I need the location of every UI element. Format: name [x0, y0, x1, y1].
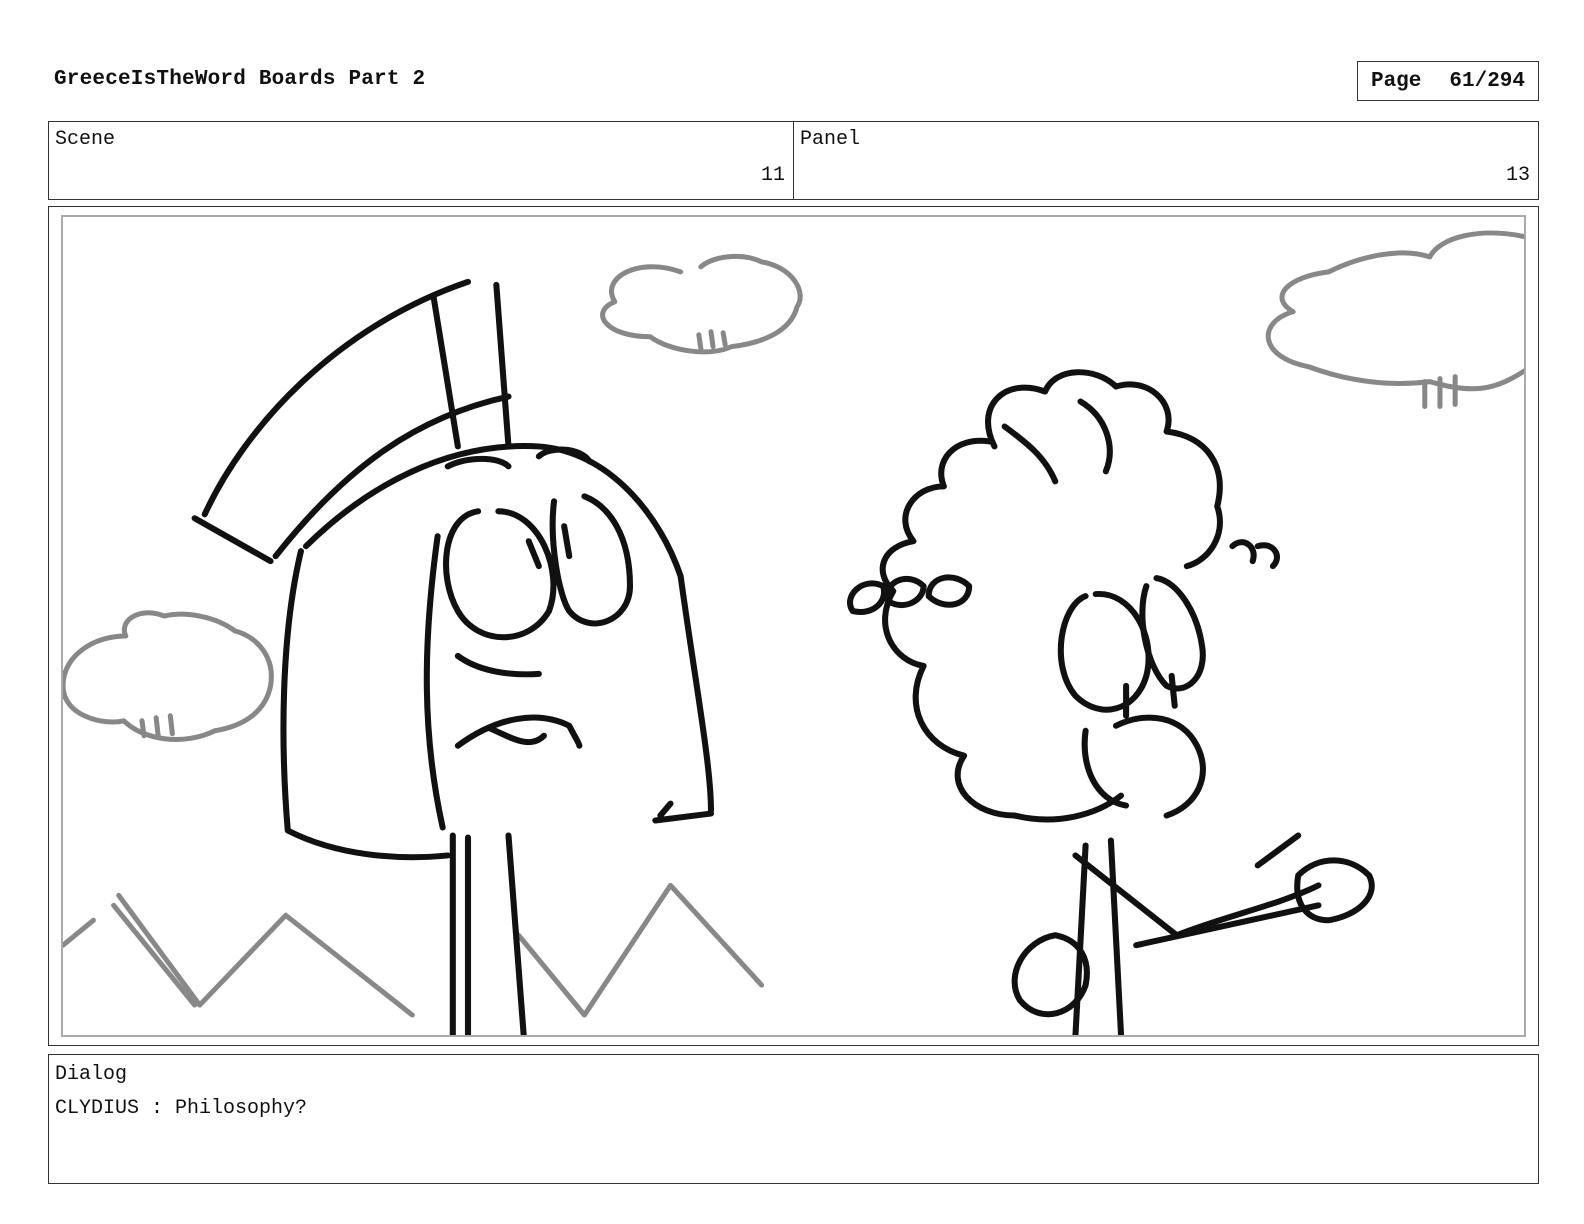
page-number: 61/294	[1449, 69, 1526, 93]
mouth	[454, 714, 583, 749]
page-indicator: Page 61/294	[1357, 61, 1539, 101]
neck-body	[449, 832, 527, 1035]
dialog-label: Dialog	[55, 1063, 128, 1086]
nose-mouth	[1081, 714, 1206, 819]
character-right	[847, 369, 1375, 1035]
eye-left	[443, 508, 557, 641]
page-label: Page	[1370, 69, 1422, 93]
scene-label: Scene	[55, 128, 116, 151]
scene-number: 11	[760, 164, 785, 187]
face-eye	[1057, 591, 1152, 713]
curly-hair	[879, 369, 1223, 823]
dialog-line: CLYDIUS : Philosophy?	[55, 1097, 308, 1120]
scene-cell: Scene 11	[49, 122, 793, 199]
hair-puffs-right	[1229, 539, 1280, 570]
cloud-top-right	[1265, 230, 1524, 392]
eye-right	[549, 493, 634, 627]
hair-puffs-left	[847, 574, 973, 615]
head-outline	[280, 443, 715, 861]
cloud-left	[63, 610, 274, 742]
hair-lines	[423, 533, 715, 831]
storyboard-panel	[48, 206, 1539, 1046]
face-eye-right	[1139, 575, 1206, 692]
panel-label: Panel	[800, 128, 861, 151]
background-elements	[63, 230, 1524, 1018]
dialog-section: Dialog CLYDIUS : Philosophy?	[48, 1054, 1539, 1184]
board-title: GreeceIsTheWord Boards Part 2	[54, 68, 426, 91]
storyboard-sketch	[63, 230, 1524, 1035]
panel-drawing-area	[61, 215, 1526, 1037]
mountains	[63, 882, 765, 1018]
scene-panel-info: Scene 11 Panel 13	[48, 121, 1539, 200]
character-left	[191, 278, 715, 1035]
panel-cell: Panel 13	[793, 122, 1538, 199]
panel-number: 13	[1505, 164, 1530, 187]
body-arm	[1072, 837, 1322, 1035]
